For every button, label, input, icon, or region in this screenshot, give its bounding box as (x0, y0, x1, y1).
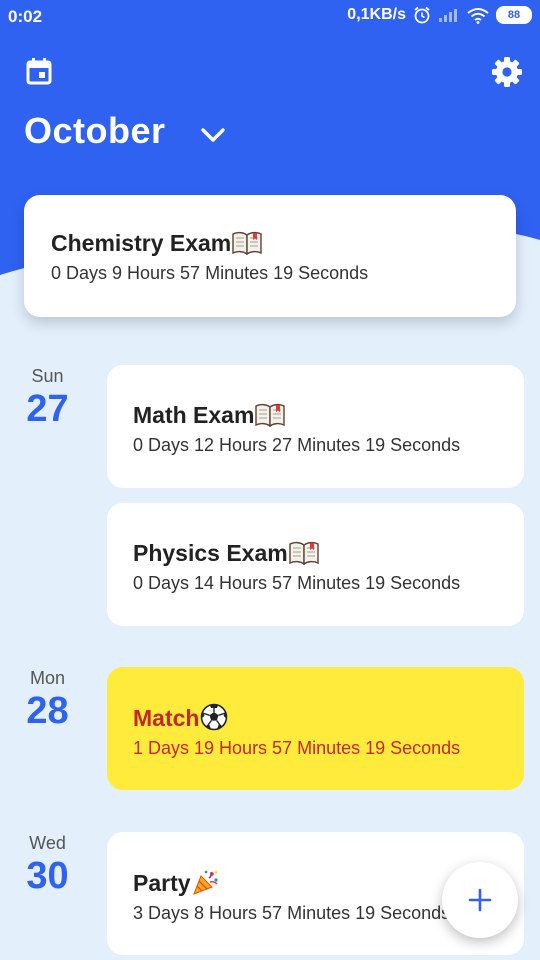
event-title: Match (133, 705, 200, 731)
day-number: 28 (26, 690, 69, 732)
event-countdown: 0 Days 9 Hours 57 Minutes 19 Seconds (51, 263, 369, 283)
wifi-icon (467, 7, 489, 24)
day-of-week: Mon (29, 668, 65, 688)
day-number: 30 (26, 855, 69, 897)
day-of-week: Sun (31, 366, 64, 386)
day-of-week: Wed (29, 833, 66, 853)
featured-event-card[interactable]: Chemistry Exam 0 Days 9 Hours 57 Minutes… (24, 195, 516, 317)
event-card-highlighted[interactable]: Match 1 Days 19 Hours 57 Minutes 19 Seco… (107, 667, 524, 790)
date-label: Wed 30 (0, 833, 95, 896)
book-icon (232, 231, 262, 255)
battery-indicator: 88 (496, 6, 532, 24)
event-title: Chemistry Exam (51, 230, 232, 256)
network-speed: 0,1KB/s (347, 6, 406, 23)
party-popper-icon (192, 870, 218, 895)
event-title: Party (133, 870, 191, 896)
status-bar: 0:02 0,1KB/s 88 (0, 0, 540, 36)
chevron-down-icon[interactable] (198, 120, 228, 150)
calendar-icon[interactable] (25, 57, 53, 85)
day-number: 27 (26, 388, 69, 430)
date-label: Sun 27 (0, 366, 95, 429)
event-countdown: 1 Days 19 Hours 57 Minutes 19 Seconds (133, 738, 461, 758)
alarm-icon (414, 6, 430, 24)
date-label: Mon 28 (0, 668, 95, 731)
event-title: Math Exam (133, 402, 255, 428)
gear-icon[interactable] (491, 56, 523, 88)
month-title[interactable]: October (24, 110, 166, 152)
event-card[interactable]: Physics Exam 0 Days 14 Hours 57 Minutes … (107, 503, 524, 626)
event-countdown: 0 Days 12 Hours 27 Minutes 19 Seconds (133, 435, 461, 455)
status-time: 0:02 (8, 7, 43, 26)
plus-icon (468, 888, 492, 912)
signal-icon (439, 9, 457, 22)
add-event-button[interactable] (442, 862, 518, 938)
soccer-ball-icon (201, 703, 228, 731)
book-icon (255, 403, 286, 427)
event-countdown: 0 Days 14 Hours 57 Minutes 19 Seconds (133, 573, 461, 593)
status-indicators: 0,1KB/s 88 (347, 6, 532, 24)
event-title: Physics Exam (133, 540, 288, 566)
event-card[interactable]: Math Exam 0 Days 12 Hours 27 Minutes 19 … (107, 365, 524, 488)
book-icon (289, 541, 319, 565)
